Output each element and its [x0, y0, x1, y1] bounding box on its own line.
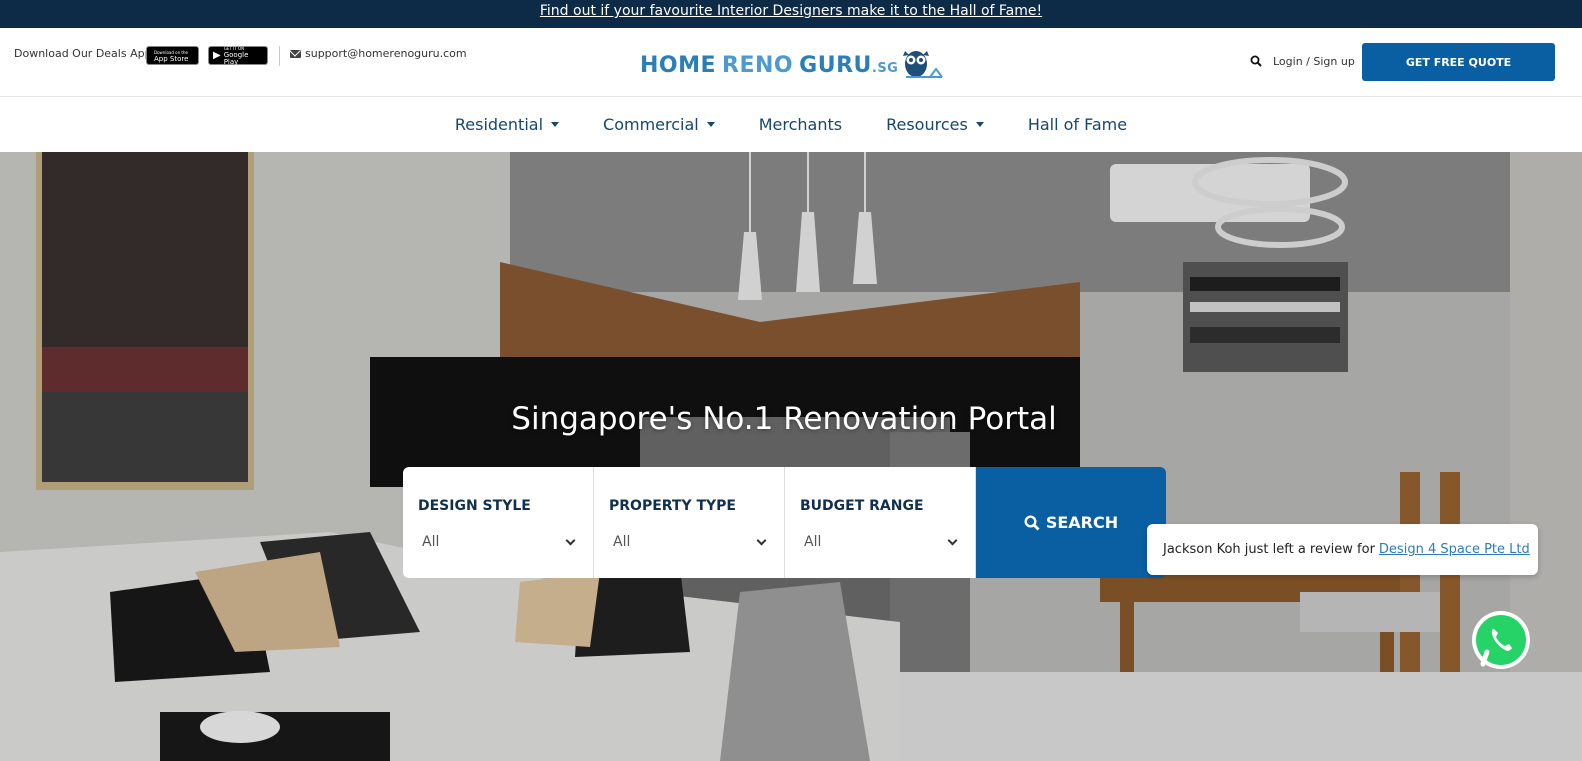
property-type-filter[interactable]: PROPERTY TYPE All	[594, 467, 785, 578]
search-icon[interactable]	[1250, 55, 1262, 67]
announcement-bar: Find out if your favourite Interior Desi…	[0, 0, 1582, 28]
header-divider	[279, 46, 280, 66]
chevron-down-icon	[565, 535, 576, 545]
hall-of-fame-announcement-link[interactable]: Find out if your favourite Interior Desi…	[540, 4, 1042, 19]
nav-item-commercial[interactable]: Commercial	[581, 115, 737, 134]
design-style-select[interactable]: All	[418, 534, 578, 550]
design-style-label: DESIGN STYLE	[418, 498, 531, 514]
logo-guru: GURU	[799, 52, 872, 78]
design-style-filter[interactable]: DESIGN STYLE All	[403, 467, 594, 578]
download-app-text: Download Our Deals App	[14, 47, 152, 60]
main-nav: Residential Commercial Merchants Resourc…	[0, 97, 1582, 152]
hero-background-image	[0, 152, 1582, 761]
search-panel: DESIGN STYLE All PROPERTY TYPE All BUDGE…	[403, 467, 1166, 578]
property-type-label: PROPERTY TYPE	[609, 498, 736, 514]
support-email-link[interactable]: support@homerenoguru.com	[290, 47, 467, 60]
caret-down-icon	[975, 122, 984, 127]
site-header: Download Our Deals App Download on the A…	[0, 28, 1582, 97]
logo-reno: RENO	[722, 52, 794, 78]
site-logo[interactable]: HOME RENO GURU .SG	[640, 45, 944, 85]
budget-range-select[interactable]: All	[800, 534, 960, 550]
google-play-text: Google Play	[223, 51, 249, 66]
toast-company-link[interactable]: Design 4 Space Pte Ltd	[1379, 542, 1530, 557]
chevron-down-icon	[756, 535, 767, 545]
google-play-badge[interactable]: ▶ GET IT ON Google Play	[208, 46, 268, 66]
nav-item-merchants[interactable]: Merchants	[737, 115, 864, 134]
search-icon	[1024, 514, 1040, 530]
property-type-select[interactable]: All	[609, 534, 769, 550]
google-play-icon: ▶	[213, 50, 221, 61]
nav-item-hall-of-fame[interactable]: Hall of Fame	[1006, 115, 1149, 134]
caret-down-icon	[551, 122, 560, 127]
app-store-text: App Store	[154, 54, 189, 63]
get-free-quote-button[interactable]: GET FREE QUOTE	[1362, 43, 1555, 81]
search-button[interactable]: SEARCH	[976, 467, 1166, 578]
chevron-down-icon	[947, 535, 958, 545]
nav-item-resources[interactable]: Resources	[864, 115, 1006, 134]
support-email-text: support@homerenoguru.com	[305, 47, 467, 60]
review-notification-toast: Jackson Koh just left a review for Desig…	[1147, 524, 1538, 575]
budget-range-filter[interactable]: BUDGET RANGE All	[785, 467, 976, 578]
owl-logo-icon	[903, 51, 944, 78]
login-signup-link[interactable]: Login / Sign up	[1273, 55, 1355, 68]
toast-text: Jackson Koh just left a review for	[1163, 542, 1375, 557]
envelope-icon	[290, 49, 301, 58]
hero-title: Singapore's No.1 Renovation Portal	[511, 401, 1057, 437]
app-store-badge[interactable]: Download on the App Store	[146, 46, 199, 65]
budget-range-label: BUDGET RANGE	[800, 498, 924, 514]
logo-sg: .SG	[871, 60, 899, 76]
caret-down-icon	[706, 122, 715, 127]
hero-section: Singapore's No.1 Renovation Portal DESIG…	[0, 152, 1582, 761]
nav-item-residential[interactable]: Residential	[433, 115, 581, 134]
logo-home: HOME	[640, 52, 717, 78]
whatsapp-icon[interactable]	[1469, 608, 1533, 672]
